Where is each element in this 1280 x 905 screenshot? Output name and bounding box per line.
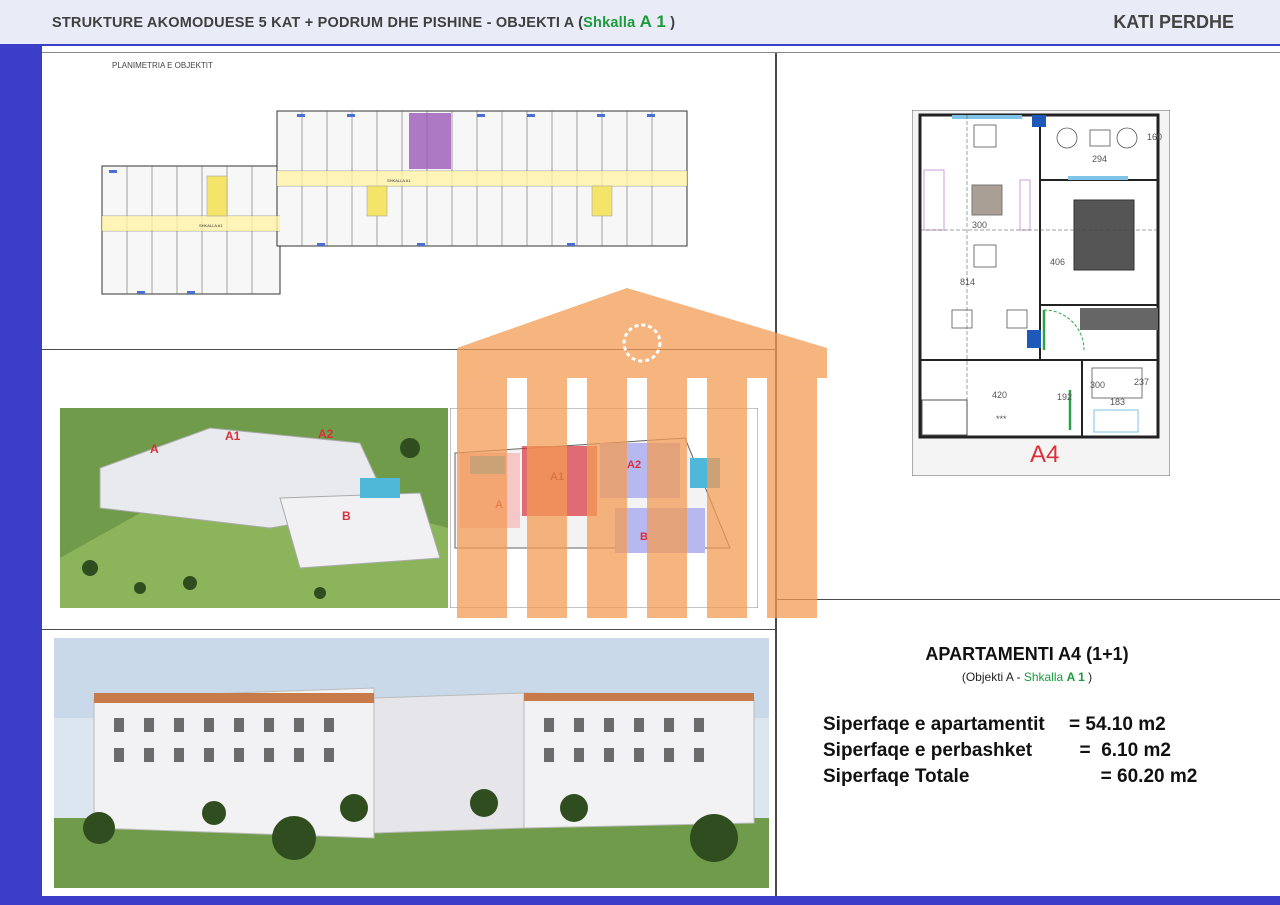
stair-label-1: SHKALLA A1 — [199, 223, 223, 228]
stove-label: *** — [996, 414, 1007, 424]
frame-divider-unit — [777, 599, 1280, 600]
area-label: Siperfaqe e apartamentit — [823, 714, 1045, 735]
title-close: ) — [666, 15, 676, 31]
unit-floor-plan: 294 160 300 814 406 420 192 300 237 183 … — [912, 110, 1170, 476]
frame-divider-aerial — [42, 629, 775, 630]
area-value: = 60.20 m2 — [1069, 766, 1198, 787]
subtitle-prefix: (Objekti A - — [961, 670, 1024, 684]
area-row-total: Siperfaqe Totale = 60.20 m2 — [823, 764, 1197, 790]
apartment-title: APARTAMENTI A4 (1+1) — [925, 644, 1129, 664]
dim-300-b: 300 — [1090, 380, 1105, 390]
dim-300-a: 300 — [972, 220, 987, 230]
stair-label-2: SHKALLA A1 — [387, 178, 411, 183]
floor-label: KATI PERDHE — [1113, 12, 1234, 32]
aerial-label-a1: A1 — [225, 429, 241, 443]
area-row-shared: Siperfaqe e perbashket = 6.10 m2 — [823, 738, 1197, 764]
dim-160: 160 — [1147, 132, 1162, 142]
aerial-label-a2: A2 — [318, 427, 334, 441]
dim-183: 183 — [1110, 397, 1125, 407]
highlighted-apartment — [409, 113, 451, 169]
drawing-sheet: PLANIMETRIA E OBJEKTIT SHKALLA A1 SHKALL… — [42, 46, 1280, 896]
floor-plan: SHKALLA A1 SHKALLA A1 — [101, 110, 688, 295]
dim-237: 237 — [1134, 377, 1149, 387]
title-main-text: STRUKTURE AKOMODUESE 5 KAT + PODRUM DHE … — [52, 15, 584, 31]
area-summary: Siperfaqe e apartamentit = 54.10 m2 Sipe… — [823, 712, 1197, 790]
area-label: Siperfaqe Totale — [823, 766, 970, 787]
street-render — [54, 638, 769, 888]
dim-406: 406 — [1050, 257, 1065, 267]
area-label: Siperfaqe e perbashket — [823, 740, 1033, 761]
watermark-logo — [457, 288, 827, 618]
area-row-apartment: Siperfaqe e apartamentit = 54.10 m2 — [823, 712, 1197, 738]
subtitle-suffix: ) — [1084, 670, 1093, 684]
apartment-subtitle: (Objekti A - Shkalla A 1 ) — [777, 670, 1277, 684]
subtitle-stair-code: A 1 — [1066, 670, 1085, 684]
title-stair-code: A 1 — [639, 12, 667, 31]
area-value: = 54.10 m2 — [1069, 714, 1166, 735]
plan-caption: PLANIMETRIA E OBJEKTIT — [112, 61, 213, 70]
aerial-render: A A1 A2 B — [60, 408, 448, 608]
dim-192: 192 — [1057, 392, 1072, 402]
aerial-label-a: A — [150, 442, 159, 456]
unit-code-label: A4 — [1030, 441, 1059, 468]
dim-420: 420 — [992, 390, 1007, 400]
aerial-label-b: B — [342, 509, 351, 523]
dim-294: 294 — [1092, 154, 1107, 164]
page-title: STRUKTURE AKOMODUESE 5 KAT + PODRUM DHE … — [52, 12, 675, 32]
title-stair-text: Shkalla — [583, 15, 636, 31]
frame-top — [42, 52, 1280, 53]
area-value: = 6.10 m2 — [1069, 740, 1171, 761]
subtitle-stair: Shkalla — [1023, 670, 1067, 684]
dim-814: 814 — [960, 277, 975, 287]
